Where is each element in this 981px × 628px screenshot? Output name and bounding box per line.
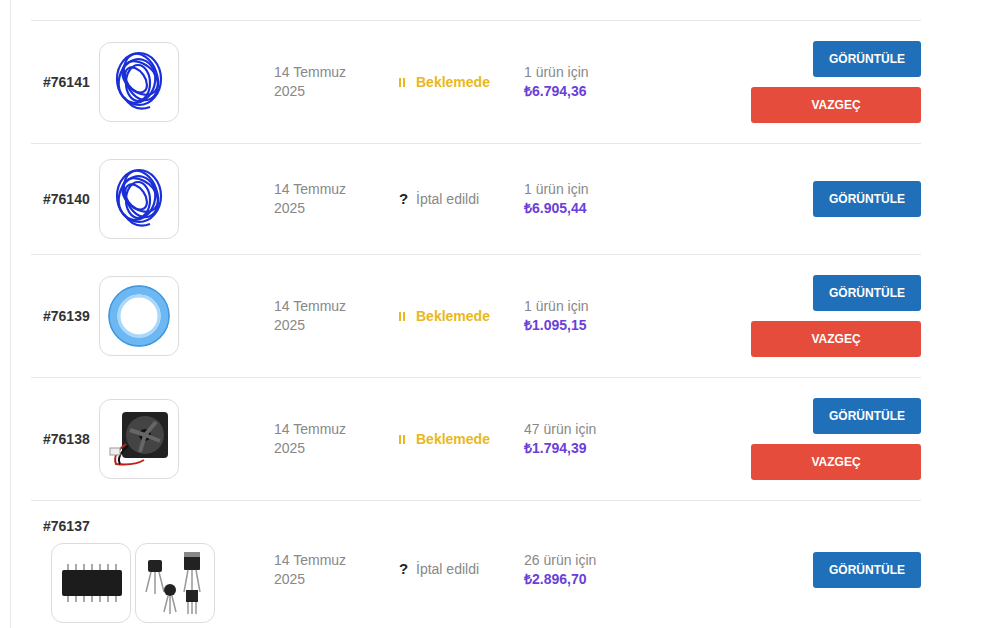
cancel-button[interactable]: VAZGEÇ [751, 444, 921, 480]
order-date: 14 Temmuz2025 [274, 551, 399, 589]
order-status: Beklemede [399, 429, 524, 450]
order-row: #76137 14 Temmuz2025? İptal edildi 26 ürün … [31, 501, 921, 628]
order-total: 47 ürün için₺1.794,39 [524, 420, 751, 458]
date-line: 14 Temmuz [274, 420, 399, 439]
order-actions: GÖRÜNTÜLE [813, 181, 921, 217]
status-label: İptal edildi [416, 559, 479, 580]
order-number[interactable]: #76138 [43, 429, 93, 450]
order-actions: GÖRÜNTÜLE [813, 552, 921, 588]
pause-icon [399, 434, 409, 444]
status-label: Beklemede [416, 306, 490, 327]
date-line: 14 Temmuz [274, 297, 399, 316]
order-total: 1 ürün için₺1.095,15 [524, 297, 751, 335]
status-label: İptal edildi [416, 189, 479, 210]
view-button[interactable]: GÖRÜNTÜLE [813, 181, 921, 217]
total-price: ₺6.905,44 [524, 199, 813, 218]
order-cell: #76140 [43, 159, 274, 239]
order-status: Beklemede [399, 306, 524, 327]
order-status: Beklemede [399, 72, 524, 93]
question-icon: ? [399, 188, 409, 211]
order-cell: #76138 [43, 399, 274, 479]
order-cell: #76139 [43, 276, 274, 356]
order-date: 14 Temmuz2025 [274, 420, 399, 458]
cancel-button[interactable]: VAZGEÇ [751, 321, 921, 357]
order-actions: GÖRÜNTÜLE VAZGEÇ [751, 275, 921, 357]
order-number[interactable]: #76140 [43, 189, 93, 210]
view-button[interactable]: GÖRÜNTÜLE [813, 398, 921, 434]
total-price: ₺1.794,39 [524, 439, 751, 458]
date-line: 2025 [274, 439, 399, 458]
total-price: ₺1.095,15 [524, 316, 751, 335]
status-label: Beklemede [416, 429, 490, 450]
order-list: #7614114 Temmuz2025Beklemede1 ürün için₺… [31, 20, 921, 628]
order-number[interactable]: #76139 [43, 306, 93, 327]
order-cell: #76141 [43, 42, 274, 122]
product-thumbnail[interactable] [99, 159, 179, 239]
product-thumbnail[interactable] [51, 543, 131, 623]
status-label: Beklemede [416, 72, 490, 93]
order-status: ? İptal edildi [399, 188, 524, 211]
question-icon: ? [399, 558, 409, 581]
total-price: ₺2.896,70 [524, 570, 813, 589]
order-total: 1 ürün için₺6.905,44 [524, 180, 813, 218]
order-date: 14 Temmuz2025 [274, 297, 399, 335]
item-count: 1 ürün için [524, 180, 813, 199]
product-thumbnail[interactable] [99, 399, 179, 479]
product-thumbnail[interactable] [99, 276, 179, 356]
order-row: #76141 14 Temmuz2025 Beklemede 1 ürün için₺… [31, 21, 921, 144]
thumbnails [99, 42, 179, 122]
view-button[interactable]: GÖRÜNTÜLE [813, 275, 921, 311]
cancel-button[interactable]: VAZGEÇ [751, 87, 921, 123]
product-thumbnail[interactable] [135, 543, 215, 623]
order-total: 1 ürün için₺6.794,36 [524, 63, 751, 101]
date-line: 2025 [274, 570, 399, 589]
thumbnails [51, 543, 215, 623]
item-count: 1 ürün için [524, 297, 751, 316]
order-cell: #76137 [43, 516, 274, 623]
item-count: 47 ürün için [524, 420, 751, 439]
date-line: 14 Temmuz [274, 551, 399, 570]
thumbnails [99, 159, 179, 239]
order-actions: GÖRÜNTÜLE VAZGEÇ [751, 41, 921, 123]
order-total: 26 ürün için₺2.896,70 [524, 551, 813, 589]
order-actions: GÖRÜNTÜLE VAZGEÇ [751, 398, 921, 480]
date-line: 2025 [274, 82, 399, 101]
pause-icon [399, 77, 409, 87]
order-number[interactable]: #76141 [43, 72, 93, 93]
pause-icon [399, 311, 409, 321]
total-price: ₺6.794,36 [524, 82, 751, 101]
order-number[interactable]: #76137 [43, 516, 93, 537]
product-thumbnail[interactable] [99, 42, 179, 122]
view-button[interactable]: GÖRÜNTÜLE [813, 41, 921, 77]
view-button[interactable]: GÖRÜNTÜLE [813, 552, 921, 588]
order-row: #76138 14 Temmuz2025 Beklemede 47 ürün için… [31, 378, 921, 501]
date-line: 14 Temmuz [274, 63, 399, 82]
order-date: 14 Temmuz2025 [274, 63, 399, 101]
order-status: ? İptal edildi [399, 558, 524, 581]
order-row: #76139 14 Temmuz2025 Beklemede 1 ürün için₺… [31, 255, 921, 378]
date-line: 14 Temmuz [274, 180, 399, 199]
thumbnails [99, 276, 179, 356]
date-line: 2025 [274, 316, 399, 335]
item-count: 1 ürün için [524, 63, 751, 82]
thumbnails [99, 399, 179, 479]
item-count: 26 ürün için [524, 551, 813, 570]
date-line: 2025 [274, 199, 399, 218]
order-date: 14 Temmuz2025 [274, 180, 399, 218]
order-row: #76140 14 Temmuz2025? İptal edildi 1 ürün i… [31, 144, 921, 255]
